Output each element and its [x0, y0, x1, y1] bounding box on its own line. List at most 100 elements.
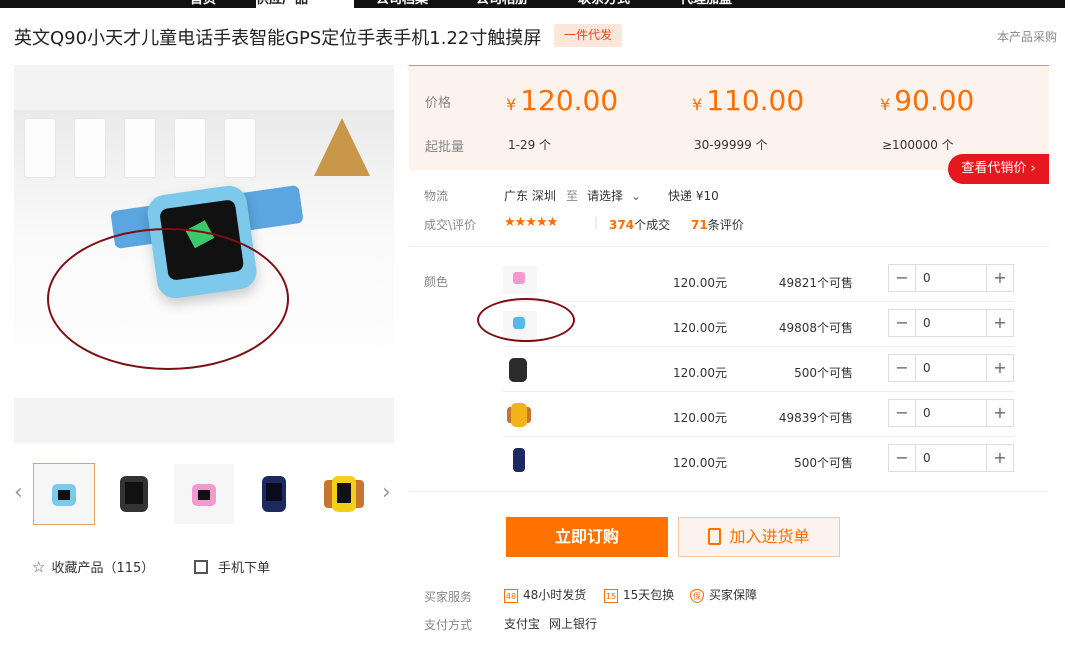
dropship-badge: 一件代发: [554, 24, 622, 47]
sku-stock: 500个可售: [794, 456, 853, 470]
service-guarantee[interactable]: 保买家保障: [690, 586, 757, 603]
thumbnail-strip: ‹ ›: [14, 462, 394, 526]
quantity-input[interactable]: 0: [923, 316, 931, 330]
add-to-cart-button[interactable]: 加入进货单: [678, 517, 840, 557]
section-divider: [409, 491, 1049, 492]
quantity-stepper: − 0 +: [888, 354, 1014, 382]
price-label: 价格: [425, 96, 452, 111]
price-tier-3: ¥90.00: [880, 84, 975, 117]
quantity-stepper: − 0 +: [888, 309, 1014, 337]
price-box: 价格 起批量 ¥120.00 ¥110.00 ¥90.00 1-29 个 30-…: [409, 65, 1049, 170]
quantity-input[interactable]: 0: [923, 361, 931, 375]
fence-decoration: [174, 118, 206, 178]
service-48h[interactable]: 48 48小时发货: [504, 586, 586, 603]
sku-row: 120.00元 49839个可售 − 0 +: [503, 393, 1014, 437]
add-to-cart-label: 加入进货单: [729, 527, 810, 546]
quantity-input[interactable]: 0: [923, 451, 931, 465]
quantity-input[interactable]: 0: [923, 271, 931, 285]
sku-price: 120.00元: [673, 366, 727, 380]
nav-tab-home[interactable]: 首页: [190, 0, 216, 8]
thumb-next-icon[interactable]: ›: [382, 480, 391, 505]
increase-button[interactable]: +: [986, 265, 1013, 291]
product-photo: [14, 110, 394, 398]
quantity-input[interactable]: 0: [923, 406, 931, 420]
thumb-prev-icon[interactable]: ‹: [14, 480, 23, 505]
nav-tab-agent[interactable]: 代理加盟: [680, 0, 732, 8]
increase-button[interactable]: +: [986, 355, 1013, 381]
increase-button[interactable]: +: [986, 400, 1013, 426]
sku-price: 120.00元: [673, 321, 727, 335]
thumbnail-1[interactable]: [33, 463, 95, 525]
thumbnail-5[interactable]: [314, 464, 374, 524]
express-fee: 快递 ¥10: [668, 189, 719, 203]
highlight-ellipse: [47, 228, 289, 370]
favorite-product-button[interactable]: ☆ 收藏产品（115）: [32, 557, 154, 576]
increase-button[interactable]: +: [986, 445, 1013, 471]
sku-row: 120.00元 500个可售 − 0 +: [503, 348, 1014, 392]
sku-thumbnail[interactable]: [503, 356, 537, 384]
quantity-stepper: − 0 +: [888, 399, 1014, 427]
top-nav: 首页 供应产品 公司档案 公司相册 联系方式 代理加盟: [0, 0, 1065, 8]
thumbnail-2[interactable]: [104, 464, 164, 524]
logistics-label: 物流: [424, 189, 449, 203]
sku-stock: 49808个可售: [778, 321, 853, 335]
main-product-image[interactable]: [14, 65, 394, 443]
quantity-stepper: − 0 +: [888, 444, 1014, 472]
thumbnail-3[interactable]: [174, 464, 234, 524]
ship-48h-icon: 48: [504, 588, 518, 603]
deals-count[interactable]: 374个成交: [609, 216, 670, 233]
clipboard-icon: [708, 528, 722, 545]
buy-now-button[interactable]: 立即订购: [506, 517, 668, 557]
sku-stock: 49821个可售: [778, 276, 853, 290]
decrease-button[interactable]: −: [889, 445, 916, 471]
price-tier-2: ¥110.00: [692, 84, 805, 117]
ship-to-word: 至: [566, 189, 579, 203]
sku-thumbnail[interactable]: [503, 401, 537, 429]
purchase-note: 本产品采购: [997, 30, 1058, 44]
sku-price: 120.00元: [673, 411, 727, 425]
price-tier-1: ¥120.00: [506, 84, 619, 117]
service-label: 买家服务: [424, 590, 473, 604]
highlight-ellipse: [477, 298, 575, 342]
fence-decoration: [24, 118, 56, 178]
decrease-button[interactable]: −: [889, 400, 916, 426]
qr-code-icon: [194, 560, 208, 574]
rating-stars-icon: ★★★★★: [504, 215, 558, 230]
qty-tier-2: 30-99999 个: [694, 138, 768, 152]
service-15day[interactable]: 15 15天包换: [604, 586, 674, 603]
color-label: 颜色: [424, 275, 449, 289]
thumbnail-4[interactable]: [244, 464, 304, 524]
nav-tab-company[interactable]: 公司档案: [376, 0, 428, 8]
sku-stock: 49839个可售: [778, 411, 853, 425]
mobile-order-button[interactable]: 手机下单: [194, 557, 270, 576]
decrease-button[interactable]: −: [889, 265, 916, 291]
sku-stock: 500个可售: [794, 366, 853, 380]
increase-button[interactable]: +: [986, 310, 1013, 336]
nav-tab-contact[interactable]: 联系方式: [578, 0, 630, 8]
sku-row: 120.00元 500个可售 − 0 +: [503, 438, 1014, 482]
sku-row: 120.00元 49808个可售 − 0 +: [503, 303, 1014, 347]
mobile-order-label: 手机下单: [218, 561, 271, 576]
fence-decoration: [124, 118, 156, 178]
nav-tab-products[interactable]: 供应产品: [256, 0, 354, 8]
quantity-stepper: − 0 +: [888, 264, 1014, 292]
nav-tab-album[interactable]: 公司相册: [476, 0, 528, 8]
payment-online-bank: 网上银行: [549, 617, 598, 631]
destination-select[interactable]: 请选择 ⌄: [587, 187, 641, 204]
reviews-label: 成交\评价: [424, 218, 477, 232]
decrease-button[interactable]: −: [889, 310, 916, 336]
qty-tier-3: ≥100000 个: [882, 138, 954, 152]
qty-tier-1: 1-29 个: [508, 138, 552, 152]
sku-thumbnail[interactable]: [503, 266, 537, 294]
payment-label: 支付方式: [424, 618, 473, 632]
payment-alipay: 支付宝: [504, 617, 541, 631]
favorite-label: 收藏产品（115）: [51, 561, 155, 576]
fence-decoration: [74, 118, 106, 178]
shield-icon: 保: [690, 588, 704, 603]
decrease-button[interactable]: −: [889, 355, 916, 381]
star-outline-icon: ☆: [32, 558, 46, 576]
review-count[interactable]: 71条评价: [691, 216, 744, 233]
view-dealer-price-button[interactable]: 查看代销价 ›: [948, 154, 1049, 184]
sku-thumbnail[interactable]: [503, 446, 537, 474]
fence-decoration: [224, 118, 256, 178]
